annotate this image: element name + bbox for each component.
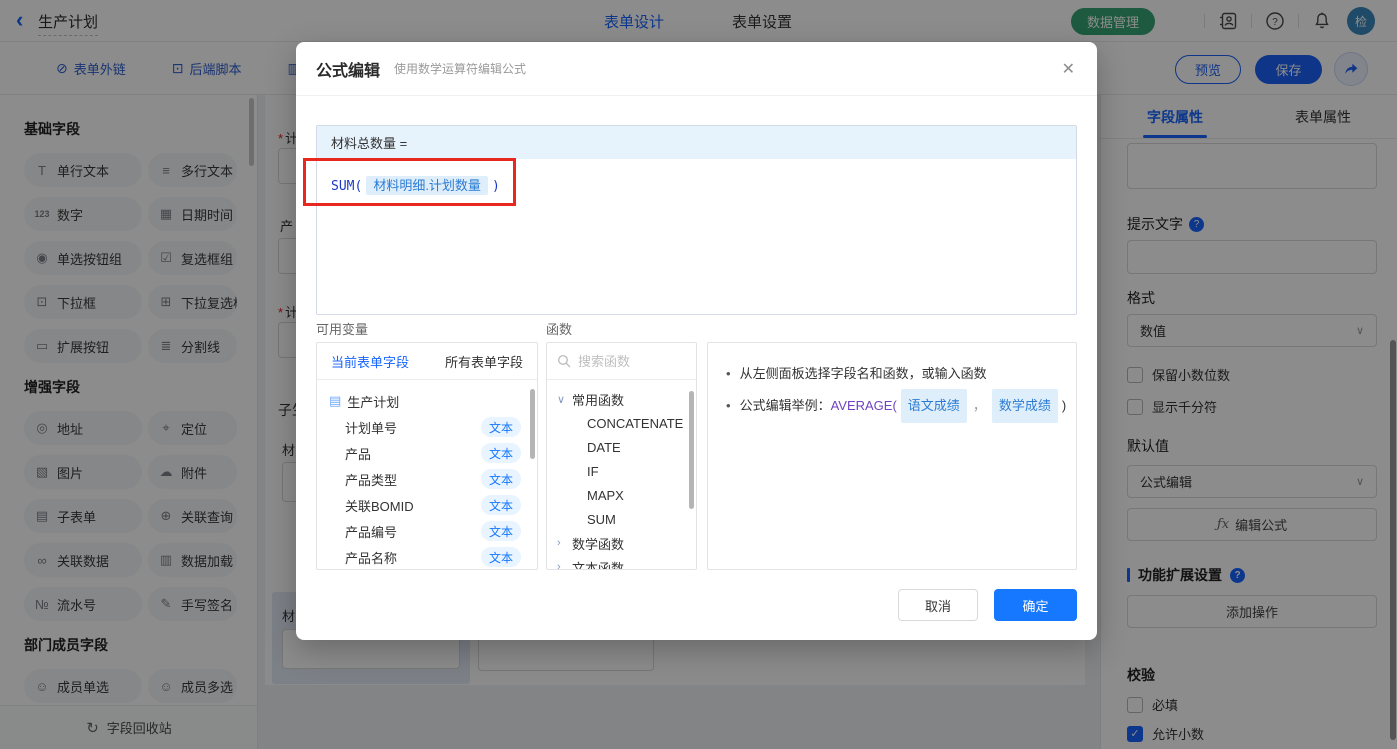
variables-scrollbar[interactable] xyxy=(530,389,535,459)
formula-editor[interactable]: 材料总数量 = SUM(材料明细.计划数量) xyxy=(316,125,1077,315)
function-row[interactable]: ∨ 常用函数 xyxy=(557,387,696,411)
form-doc-icon: ▤ xyxy=(329,393,342,408)
formula-editor-modal: 公式编辑 使用数学运算符编辑公式 ✕ 材料总数量 = SUM(材料明细.计划数量… xyxy=(296,42,1097,640)
example-token: 语文成绩 xyxy=(900,389,967,423)
function-row[interactable]: › 文本函数 xyxy=(557,555,696,570)
function-search-input[interactable] xyxy=(578,353,678,369)
variable-field-row[interactable]: 计划单号 文本 xyxy=(329,414,537,440)
variable-field-row[interactable]: 产品名称 文本 xyxy=(329,544,537,569)
modal-subtitle: 使用数学运算符编辑公式 xyxy=(394,62,527,76)
variables-panel: 当前表单字段 所有表单字段 ▤ 生产计划 计划单号 文本 产品 文本 产品类型 … xyxy=(316,342,538,570)
function-row[interactable]: MAPX xyxy=(557,483,696,507)
variable-field-row[interactable]: 产品 文本 xyxy=(329,440,537,466)
search-icon xyxy=(557,354,571,368)
tips-panel: • 从左侧面板选择字段名和函数，或输入函数 • 公式编辑举例： AVERAGE(… xyxy=(707,342,1077,570)
field-type-badge: 文本 xyxy=(481,547,521,567)
variable-tree-root[interactable]: ▤ 生产计划 xyxy=(329,388,537,414)
modal-header: 公式编辑 使用数学运算符编辑公式 xyxy=(296,42,1097,96)
tree-arrow-icon: › xyxy=(557,537,561,549)
highlight-annotation xyxy=(303,158,516,206)
function-row[interactable]: CONCATENATE xyxy=(557,411,696,435)
functions-scrollbar[interactable] xyxy=(689,391,694,509)
tab-current-form-fields[interactable]: 当前表单字段 xyxy=(331,352,409,371)
example-function: AVERAGE( xyxy=(830,398,897,413)
tab-all-form-fields[interactable]: 所有表单字段 xyxy=(445,352,523,371)
variable-field-row[interactable]: 产品类型 文本 xyxy=(329,466,537,492)
variable-field-row[interactable]: 关联BOMID 文本 xyxy=(329,492,537,518)
function-row[interactable]: SUM xyxy=(557,507,696,531)
function-row[interactable]: IF xyxy=(557,459,696,483)
field-type-badge: 文本 xyxy=(481,521,521,541)
functions-panel: ∨ 常用函数 CONCATENATE DATE xyxy=(546,342,697,570)
tip-line-1: • 从左侧面板选择字段名和函数，或输入函数 xyxy=(726,366,987,381)
function-row[interactable]: › 数学函数 xyxy=(557,531,696,555)
field-type-badge: 文本 xyxy=(481,417,521,437)
tip-line-2: • 公式编辑举例： AVERAGE( 语文成绩 ， 数学成绩 ) xyxy=(726,389,1066,423)
confirm-button[interactable]: 确定 xyxy=(994,589,1077,621)
modal-title: 公式编辑 xyxy=(316,62,381,80)
app-window: * 计 产 * 计 子生 材 材 ‹ 生产计划 表单设计 表单设置 数据管理 ?… xyxy=(0,0,1397,749)
tree-arrow-icon: › xyxy=(557,561,561,570)
field-type-badge: 文本 xyxy=(481,443,521,463)
field-type-badge: 文本 xyxy=(481,469,521,489)
functions-label: 函数 xyxy=(546,322,573,337)
close-icon[interactable]: ✕ xyxy=(1062,59,1075,79)
tree-arrow-icon: ∨ xyxy=(557,393,566,406)
variables-label: 可用变量 xyxy=(316,322,369,337)
function-row[interactable]: DATE xyxy=(557,435,696,459)
example-token: 数学成绩 xyxy=(991,389,1058,423)
formula-target: 材料总数量 = xyxy=(317,126,1076,159)
cancel-button[interactable]: 取消 xyxy=(898,589,978,621)
variable-field-row[interactable]: 产品编号 文本 xyxy=(329,518,537,544)
field-type-badge: 文本 xyxy=(481,495,521,515)
